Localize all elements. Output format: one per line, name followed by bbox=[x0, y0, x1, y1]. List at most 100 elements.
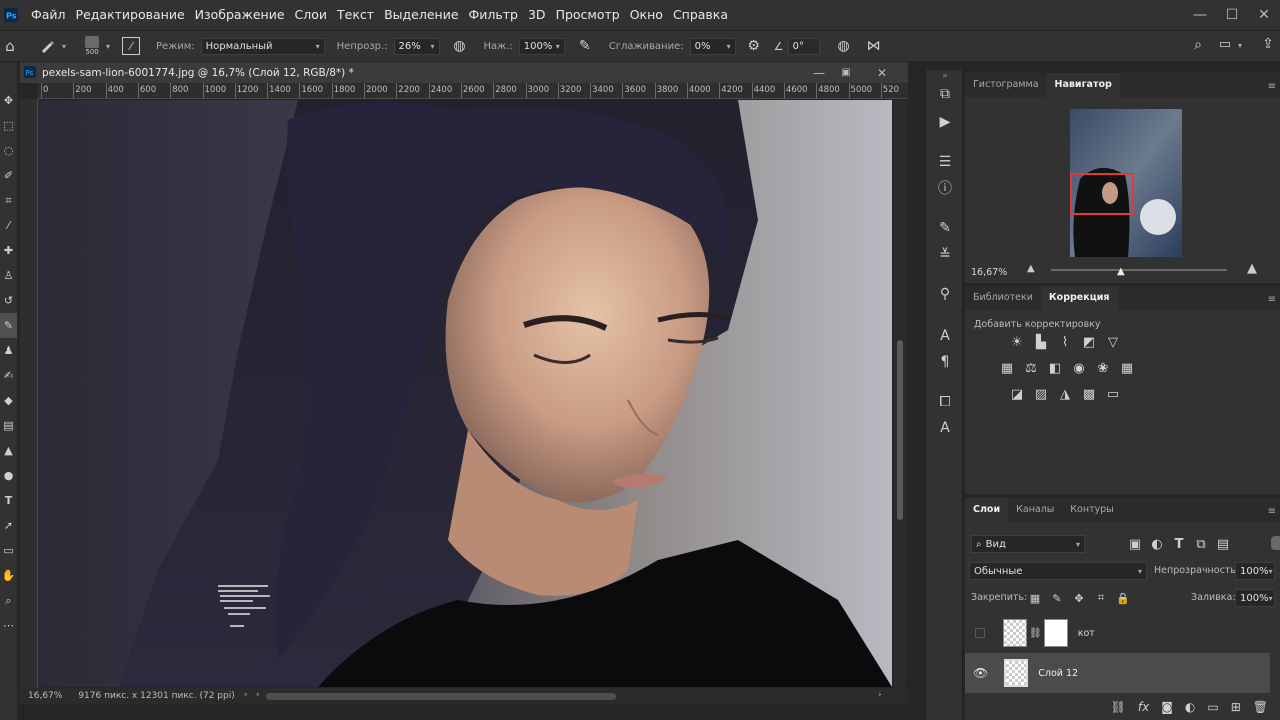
filter-toggle-icon[interactable] bbox=[1271, 536, 1280, 550]
move-tool-icon[interactable]: ✥ bbox=[0, 88, 17, 113]
lock-position-icon[interactable]: ✥ bbox=[1071, 590, 1087, 606]
lock-artboard-icon[interactable]: ⌗ bbox=[1093, 590, 1109, 606]
minimize-icon[interactable]: — bbox=[1184, 0, 1216, 30]
panel-collapse-icon[interactable]: » bbox=[935, 66, 955, 86]
scroll-left-icon[interactable]: ‹ bbox=[256, 690, 260, 700]
panel-menu-icon[interactable]: ≡ bbox=[1268, 506, 1276, 517]
home-icon[interactable]: ⌂ bbox=[0, 37, 20, 55]
character-icon[interactable]: A bbox=[935, 326, 955, 346]
layer-mask-thumbnail[interactable] bbox=[1043, 619, 1068, 647]
menu-select[interactable]: Выделение bbox=[379, 0, 463, 30]
threshold-icon[interactable]: ◮ bbox=[1057, 386, 1073, 402]
tab-layers[interactable]: Слои bbox=[965, 498, 1009, 522]
navigator-zoom-slider[interactable] bbox=[1051, 269, 1227, 271]
tab-adjustments[interactable]: Коррекция bbox=[1040, 286, 1118, 310]
curves-icon[interactable]: ⌇ bbox=[1057, 334, 1073, 350]
eyedropper-tool-icon[interactable]: ⁄ bbox=[0, 213, 17, 238]
menu-3d[interactable]: 3D bbox=[523, 0, 551, 30]
layer-link-icon[interactable]: ⛓ bbox=[1029, 628, 1042, 639]
path-select-tool-icon[interactable]: ➚ bbox=[0, 513, 17, 538]
chevron-down-icon[interactable]: ▾ bbox=[106, 42, 110, 51]
zoom-out-icon[interactable]: ▲ bbox=[1027, 263, 1035, 274]
navigator-zoom[interactable]: 16,67% bbox=[971, 267, 1007, 278]
brush-preset-picker[interactable]: 500 bbox=[80, 32, 104, 60]
status-menu-chevron-icon[interactable]: › bbox=[244, 690, 248, 700]
lock-transparent-icon[interactable]: ▦ bbox=[1027, 590, 1043, 606]
angle-field[interactable]: 0° bbox=[787, 37, 820, 55]
horizontal-ruler[interactable]: 0 200 400 600 800 1000 1200 1400 1600 1800 2000 220… bbox=[38, 83, 908, 99]
pressure-field[interactable]: 100% ▾ bbox=[518, 37, 565, 55]
photo-filter-icon[interactable]: ◉ bbox=[1071, 360, 1087, 376]
eraser-tool-icon[interactable]: ◆ bbox=[0, 388, 17, 413]
search-icon[interactable]: ⌕ bbox=[1188, 37, 1208, 53]
layer-opacity-field[interactable]: 100% ▾ bbox=[1235, 562, 1275, 580]
image-canvas[interactable] bbox=[38, 100, 892, 687]
healing-tool-icon[interactable]: ✚ bbox=[0, 238, 17, 263]
gear-icon[interactable]: ⚙ bbox=[744, 38, 764, 54]
layer-fx-icon[interactable]: fx bbox=[1138, 700, 1149, 714]
add-mask-icon[interactable]: ◙ bbox=[1161, 700, 1173, 714]
black-white-icon[interactable]: ◧ bbox=[1047, 360, 1063, 376]
blur-tool-icon[interactable]: ▲ bbox=[0, 438, 17, 463]
filter-pixel-icon[interactable]: ▣ bbox=[1127, 536, 1143, 552]
zoom-level[interactable]: 16,67% bbox=[28, 691, 62, 701]
brush-tool-icon[interactable]: ✎ bbox=[0, 313, 17, 338]
fill-field[interactable]: 100% ▾ bbox=[1235, 589, 1275, 607]
gradient-tool-icon[interactable]: ▤ bbox=[0, 413, 17, 438]
history-brush-icon[interactable]: ↺ bbox=[0, 288, 17, 313]
vibrance-icon[interactable]: ▽ bbox=[1105, 334, 1121, 350]
posterize-icon[interactable]: ▨ bbox=[1033, 386, 1049, 402]
selective-color-icon[interactable]: ▩ bbox=[1081, 386, 1097, 402]
tab-paths[interactable]: Контуры bbox=[1062, 498, 1121, 522]
more-tools-icon[interactable]: ⋯ bbox=[0, 613, 17, 638]
chevron-down-icon[interactable]: ▾ bbox=[62, 42, 66, 51]
stamp-tool-icon[interactable]: ♙ bbox=[0, 263, 17, 288]
crop-tool-icon[interactable]: ⌗ bbox=[0, 188, 17, 213]
invert-icon[interactable]: ◪ bbox=[1009, 386, 1025, 402]
marquee-tool-icon[interactable]: ⬚ bbox=[0, 113, 17, 138]
brightness-contrast-icon[interactable]: ☀ bbox=[1009, 334, 1025, 350]
vertical-scroll-thumb[interactable] bbox=[897, 340, 903, 520]
zoom-tool-icon[interactable]: ⌕ bbox=[0, 588, 17, 613]
layer-visibility-eye-icon[interactable]: 👁 bbox=[973, 666, 988, 680]
tab-navigator[interactable]: Навигатор bbox=[1046, 73, 1120, 97]
pressure-size-icon[interactable]: ◍ bbox=[834, 38, 854, 54]
layer-visibility-off-icon[interactable] bbox=[975, 628, 985, 638]
actions-play-icon[interactable]: ▶ bbox=[935, 112, 955, 132]
layer-filter-select[interactable]: ⌕ Вид ▾ bbox=[971, 535, 1085, 553]
vertical-ruler[interactable] bbox=[20, 99, 38, 691]
navigator-thumbnail[interactable] bbox=[1070, 109, 1182, 257]
document-info[interactable]: 9176 пикс. x 12301 пикс. (72 ppi) bbox=[78, 691, 234, 701]
tab-histogram[interactable]: Гистограмма bbox=[965, 73, 1047, 97]
channel-mixer-icon[interactable]: ❀ bbox=[1095, 360, 1111, 376]
layer-row-kot[interactable]: ⛓ кот bbox=[965, 613, 1270, 653]
vertical-scrollbar[interactable] bbox=[894, 100, 906, 687]
minimize-icon[interactable]: — bbox=[807, 62, 831, 83]
close-icon[interactable]: ✕ bbox=[1248, 0, 1280, 30]
history-icon[interactable]: ⧉ bbox=[935, 84, 955, 104]
history-brush-tool-icon[interactable]: ✍ bbox=[0, 363, 17, 388]
smoothing-field[interactable]: 0% ▾ bbox=[689, 37, 736, 55]
hand-tool-icon[interactable]: ✋ bbox=[0, 563, 17, 588]
clone-stamp-icon[interactable]: ♟ bbox=[0, 338, 17, 363]
menu-filter[interactable]: Фильтр bbox=[464, 0, 523, 30]
glyphs-icon[interactable]: ⧠ bbox=[935, 392, 955, 412]
navigator-view-box[interactable] bbox=[1070, 173, 1134, 215]
filter-type-icon[interactable]: T bbox=[1171, 536, 1187, 552]
delete-layer-icon[interactable]: 🗑 bbox=[1253, 700, 1268, 714]
new-layer-icon[interactable]: ⊞ bbox=[1231, 700, 1241, 714]
menu-file[interactable]: Файл bbox=[26, 0, 71, 30]
filter-shape-icon[interactable]: ⧉ bbox=[1193, 536, 1209, 552]
opacity-field[interactable]: 26% ▾ bbox=[393, 37, 440, 55]
lock-image-icon[interactable]: ✎ bbox=[1049, 590, 1065, 606]
shape-tool-icon[interactable]: ▭ bbox=[0, 538, 17, 563]
color-balance-icon[interactable]: ⚖ bbox=[1023, 360, 1039, 376]
layer-row-sloy-12[interactable]: 👁 Слой 12 bbox=[965, 653, 1270, 693]
tab-libraries[interactable]: Библиотеки bbox=[965, 286, 1041, 310]
levels-icon[interactable]: ▙ bbox=[1033, 334, 1049, 350]
layer-name[interactable]: Слой 12 bbox=[1038, 668, 1078, 679]
symmetry-butterfly-icon[interactable]: ⋈ bbox=[864, 38, 884, 54]
photoshop-logo-icon[interactable]: Ps bbox=[4, 8, 18, 22]
zoom-in-icon[interactable]: ▲ bbox=[1247, 261, 1257, 276]
close-icon[interactable]: ✕ bbox=[870, 62, 894, 83]
